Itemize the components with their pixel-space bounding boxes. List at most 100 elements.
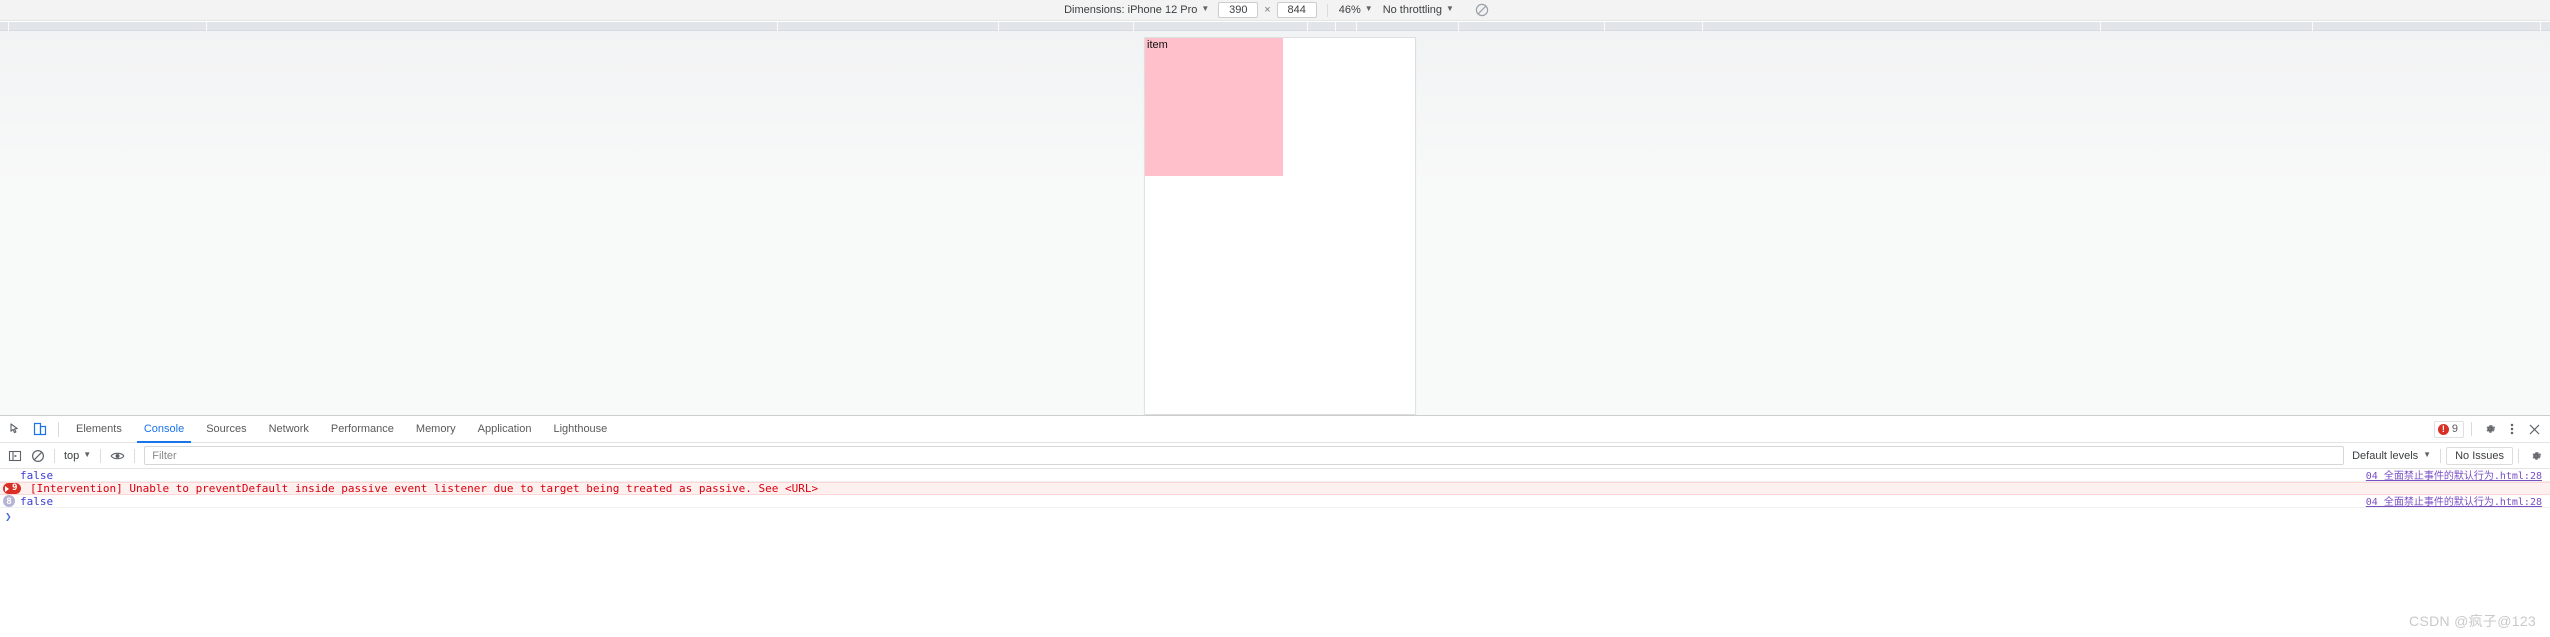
ruler-tick bbox=[998, 22, 999, 31]
tab-list: Elements Console Sources Network Perform… bbox=[65, 416, 618, 443]
ruler-tick bbox=[1133, 22, 1134, 31]
ruler-tick bbox=[1458, 22, 1459, 31]
ruler-tick bbox=[2312, 22, 2313, 31]
viewport-height-input[interactable] bbox=[1276, 2, 1317, 18]
log-levels-label: Default levels bbox=[2352, 449, 2419, 462]
tab-performance[interactable]: Performance bbox=[320, 416, 405, 443]
console-message-error[interactable]: 9 [Intervention] Unable to preventDefaul… bbox=[0, 482, 2550, 495]
close-icon[interactable] bbox=[2523, 418, 2545, 440]
device-preset-select[interactable]: Dimensions: iPhone 12 Pro ▼ bbox=[1059, 1, 1214, 20]
ruler-tick bbox=[777, 22, 778, 31]
console-message-text: [Intervention] Unable to preventDefault … bbox=[30, 482, 819, 495]
expand-triangle-icon bbox=[5, 485, 9, 492]
error-repeat-count: 9 bbox=[12, 483, 18, 493]
tab-label: Network bbox=[268, 423, 309, 435]
device-preset-label: Dimensions: iPhone 12 Pro bbox=[1064, 4, 1198, 16]
console-message-list[interactable]: false 04 全面禁止事件的默认行为.html:28 9 [Interven… bbox=[0, 469, 2550, 637]
device-viewport[interactable]: item bbox=[1145, 38, 1415, 414]
error-repeat-count-badge[interactable]: 9 bbox=[3, 483, 22, 494]
tabbar-divider bbox=[58, 421, 59, 437]
execution-context-label: top bbox=[64, 449, 80, 462]
rotate-device-icon[interactable] bbox=[1473, 1, 1491, 19]
devtools-tabbar: Elements Console Sources Network Perform… bbox=[0, 416, 2550, 443]
throttling-select[interactable]: No throttling ▼ bbox=[1378, 1, 1459, 20]
chevron-down-icon: ▼ bbox=[1201, 4, 1210, 13]
clear-console-icon[interactable] bbox=[26, 444, 49, 467]
tab-label: Application bbox=[477, 423, 532, 435]
console-message-source-link[interactable]: 04 全面禁止事件的默认行为.html:28 bbox=[2366, 496, 2542, 509]
tab-label: Elements bbox=[76, 423, 122, 435]
console-filter-toolbar: top ▼ Default levels ▼ No Issues bbox=[0, 443, 2550, 469]
repeat-count-badge[interactable]: 8 bbox=[3, 495, 15, 507]
console-input-prompt[interactable]: ❯ bbox=[0, 508, 2550, 523]
toolbar-divider bbox=[134, 448, 136, 463]
device-toolbar-icon[interactable] bbox=[28, 417, 52, 441]
console-message-log[interactable]: false 04 全面禁止事件的默认行为.html:28 bbox=[0, 469, 2550, 482]
tab-label: Performance bbox=[330, 423, 394, 435]
chevron-down-icon: ▼ bbox=[83, 450, 92, 459]
chevron-down-icon: ▼ bbox=[1364, 4, 1373, 13]
tab-elements[interactable]: Elements bbox=[65, 416, 133, 443]
viewport-width-input[interactable] bbox=[1218, 2, 1259, 18]
devtools-panel: Elements Console Sources Network Perform… bbox=[0, 415, 2550, 637]
tab-sources[interactable]: Sources bbox=[195, 416, 257, 443]
ruler-tick bbox=[206, 22, 207, 31]
tab-memory[interactable]: Memory bbox=[405, 416, 467, 443]
gear-icon[interactable] bbox=[2524, 444, 2547, 467]
device-mode-toolbar: Dimensions: iPhone 12 Pro ▼ × 46% ▼ No t… bbox=[0, 0, 2550, 21]
toolbar-divider bbox=[1326, 3, 1328, 17]
tabbar-divider bbox=[2471, 422, 2472, 436]
tab-lighthouse[interactable]: Lighthouse bbox=[542, 416, 618, 443]
toolbar-divider bbox=[2440, 448, 2442, 463]
chevron-down-icon: ▼ bbox=[2423, 450, 2432, 459]
tab-console[interactable]: Console bbox=[133, 416, 195, 443]
console-message-info[interactable]: 8 false 04 全面禁止事件的默认行为.html:28 bbox=[0, 495, 2550, 508]
ruler-tick bbox=[1307, 22, 1308, 31]
devtools-window: Dimensions: iPhone 12 Pro ▼ × 46% ▼ No t… bbox=[0, 0, 2550, 637]
page-canvas-area: item bbox=[0, 31, 2550, 415]
ruler-tick bbox=[8, 22, 9, 31]
console-toolbar-right: Default levels ▼ No Issues bbox=[2348, 444, 2550, 467]
ruler-tick bbox=[1356, 22, 1357, 31]
ruler-tick bbox=[1335, 22, 1336, 31]
ruler-tick bbox=[2540, 22, 2541, 31]
error-count-label: 9 bbox=[2451, 423, 2458, 435]
log-levels-select[interactable]: Default levels ▼ bbox=[2348, 446, 2435, 466]
zoom-select[interactable]: 46% ▼ bbox=[1334, 1, 1378, 20]
zoom-label: 46% bbox=[1338, 4, 1361, 16]
tab-label: Lighthouse bbox=[553, 423, 608, 435]
tab-label: Memory bbox=[415, 423, 456, 435]
tab-network[interactable]: Network bbox=[258, 416, 320, 443]
chevron-down-icon: ▼ bbox=[1446, 4, 1454, 13]
device-width-ruler[interactable] bbox=[0, 22, 2550, 31]
prompt-caret-icon: ❯ bbox=[5, 510, 12, 523]
message-gutter: 8 bbox=[0, 495, 20, 507]
ruler-tick bbox=[1702, 22, 1703, 31]
toolbar-divider bbox=[2518, 448, 2519, 463]
watermark: CSDN @疯子@123 bbox=[2409, 613, 2536, 629]
ruler-tick bbox=[1604, 22, 1605, 31]
throttling-label: No throttling bbox=[1382, 4, 1442, 16]
console-message-text: false bbox=[20, 494, 54, 508]
execution-context-select[interactable]: top ▼ bbox=[60, 446, 95, 466]
toolbar-divider bbox=[100, 448, 102, 463]
tab-application[interactable]: Application bbox=[467, 416, 543, 443]
gear-icon[interactable] bbox=[2479, 418, 2501, 440]
error-dot-icon: ! bbox=[2437, 423, 2449, 435]
console-sidebar-icon[interactable] bbox=[3, 444, 26, 467]
tabbar-actions: ! 9 bbox=[2433, 418, 2550, 440]
tab-label: Console bbox=[143, 423, 185, 435]
toolbar-divider bbox=[54, 448, 55, 463]
console-message-text: false bbox=[20, 469, 54, 482]
error-count-badge[interactable]: ! 9 bbox=[2433, 420, 2464, 438]
inspect-element-icon[interactable] bbox=[4, 417, 28, 441]
pink-item-box[interactable]: item bbox=[1145, 38, 1283, 176]
tab-label: Sources bbox=[206, 423, 247, 435]
message-gutter: 9 bbox=[0, 483, 22, 494]
more-vertical-icon[interactable] bbox=[2501, 418, 2523, 440]
live-expression-icon[interactable] bbox=[106, 444, 129, 467]
ruler-tick bbox=[2100, 22, 2101, 31]
issues-button[interactable]: No Issues bbox=[2446, 446, 2513, 465]
dimension-separator: × bbox=[1264, 4, 1271, 16]
console-filter-input[interactable] bbox=[144, 446, 2345, 465]
